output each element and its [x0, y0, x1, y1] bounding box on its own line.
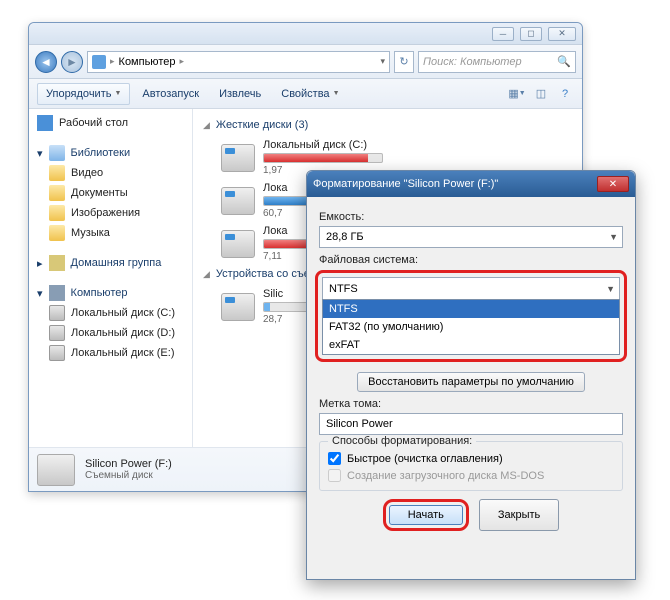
- sidebar-item-desktop[interactable]: Рабочий стол: [29, 113, 192, 133]
- sidebar-item-drive-e[interactable]: Локальный диск (E:): [29, 343, 192, 363]
- capacity-select[interactable]: 28,8 ГБ ▼: [319, 226, 623, 248]
- filesystem-selected: NTFS: [329, 283, 358, 295]
- capacity-label: Емкость:: [319, 211, 623, 223]
- filesystem-highlight: NTFS ▼ NTFS FAT32 (по умолчанию) exFAT: [315, 270, 627, 362]
- sidebar-item-drive-d[interactable]: Локальный диск (D:): [29, 323, 192, 343]
- chevron-right-icon: ▸: [179, 56, 184, 67]
- drive-icon: [221, 230, 255, 258]
- hdd-section-header[interactable]: ◢Жесткие диски (3): [203, 115, 572, 135]
- capacity-value: 28,8 ГБ: [326, 231, 364, 243]
- folder-icon: [49, 165, 65, 181]
- restore-defaults-button[interactable]: Восстановить параметры по умолчанию: [357, 372, 585, 392]
- address-row: ◄ ► ▸ Компьютер ▸ ▾ ↻ Поиск: Компьютер 🔍: [29, 45, 582, 79]
- filesystem-dropdown: NTFS FAT32 (по умолчанию) exFAT: [322, 299, 620, 355]
- breadcrumb-computer[interactable]: Компьютер: [119, 56, 176, 68]
- fs-option-fat32[interactable]: FAT32 (по умолчанию): [323, 318, 619, 336]
- drive-icon: [221, 187, 255, 215]
- close-button[interactable]: ✕: [597, 176, 629, 192]
- close-button[interactable]: ✕: [548, 27, 576, 41]
- chevron-down-icon: ◢: [203, 120, 210, 131]
- sidebar-item-drive-c[interactable]: Локальный диск (C:): [29, 303, 192, 323]
- drive-icon: [221, 144, 255, 172]
- drive-icon: [49, 345, 65, 361]
- checkbox-icon: [328, 469, 341, 482]
- fs-option-exfat[interactable]: exFAT: [323, 336, 619, 354]
- chevron-down-icon: ▼: [609, 232, 618, 242]
- chevron-down-icon[interactable]: ▾: [380, 56, 385, 67]
- computer-icon: [92, 55, 106, 69]
- minimize-button[interactable]: ─: [492, 27, 514, 41]
- capacity-bar: [263, 153, 383, 163]
- checkbox-icon[interactable]: [328, 452, 341, 465]
- folder-icon: [49, 205, 65, 221]
- maximize-button[interactable]: ◻: [520, 27, 542, 41]
- view-button[interactable]: ▦▼: [508, 85, 526, 103]
- address-bar[interactable]: ▸ Компьютер ▸ ▾: [87, 51, 390, 73]
- dialog-title: Форматирование "Silicon Power (F:)": [313, 178, 597, 190]
- properties-button[interactable]: Свойства▼: [273, 84, 347, 104]
- dialog-titlebar: Форматирование "Silicon Power (F:)" ✕: [307, 171, 635, 197]
- filesystem-select[interactable]: NTFS ▼: [322, 277, 620, 299]
- close-dialog-button[interactable]: Закрыть: [479, 499, 559, 531]
- autorun-button[interactable]: Автозапуск: [134, 84, 207, 104]
- sidebar-item-homegroup[interactable]: ▸Домашняя группа: [29, 253, 192, 273]
- folder-icon: [49, 225, 65, 241]
- chevron-down-icon: ▼: [114, 90, 121, 97]
- chevron-right-icon: ▸: [110, 56, 115, 67]
- sidebar-item-music[interactable]: Музыка: [29, 223, 192, 243]
- help-button[interactable]: ?: [556, 85, 574, 103]
- fs-option-ntfs[interactable]: NTFS: [323, 300, 619, 318]
- chevron-down-icon: ▼: [606, 284, 615, 294]
- search-placeholder: Поиск: Компьютер: [423, 56, 522, 68]
- drive-icon: [49, 325, 65, 341]
- organize-button[interactable]: Упорядочить▼: [37, 83, 130, 105]
- back-button[interactable]: ◄: [35, 51, 57, 73]
- format-methods-label: Способы форматирования:: [328, 435, 476, 447]
- status-name: Silicon Power (F:): [85, 458, 172, 470]
- desktop-icon: [37, 115, 53, 131]
- filesystem-label: Файловая система:: [319, 254, 623, 266]
- toolbar: Упорядочить▼ Автозапуск Извлечь Свойства…: [29, 79, 582, 109]
- format-dialog: Форматирование "Silicon Power (F:)" ✕ Ем…: [306, 170, 636, 580]
- chevron-down-icon: ▾: [37, 287, 43, 300]
- volume-label-label: Метка тома:: [319, 398, 623, 410]
- drive-icon: [49, 305, 65, 321]
- chevron-down-icon: ▾: [37, 147, 43, 160]
- sidebar-item-computer[interactable]: ▾Компьютер: [29, 283, 192, 303]
- sidebar-item-libraries[interactable]: ▾Библиотеки: [29, 143, 192, 163]
- folder-icon: [49, 185, 65, 201]
- search-icon: 🔍: [557, 55, 571, 68]
- chevron-down-icon: ◢: [203, 269, 210, 280]
- chevron-right-icon: ▸: [37, 257, 43, 270]
- refresh-button[interactable]: ↻: [394, 51, 414, 73]
- start-button-highlight: Начать: [383, 499, 469, 531]
- computer-icon: [49, 285, 65, 301]
- volume-label-input[interactable]: Silicon Power: [319, 413, 623, 435]
- explorer-titlebar: ─ ◻ ✕: [29, 23, 582, 45]
- removable-drive-icon: [221, 293, 255, 321]
- search-input[interactable]: Поиск: Компьютер 🔍: [418, 51, 576, 73]
- start-button[interactable]: Начать: [389, 505, 463, 525]
- extract-button[interactable]: Извлечь: [211, 84, 269, 104]
- homegroup-icon: [49, 255, 65, 271]
- sidebar: Рабочий стол ▾Библиотеки Видео Документы…: [29, 109, 193, 447]
- sidebar-item-video[interactable]: Видео: [29, 163, 192, 183]
- preview-pane-button[interactable]: ◫: [532, 85, 550, 103]
- forward-button[interactable]: ►: [61, 51, 83, 73]
- status-type: Съемный диск: [85, 470, 172, 481]
- sidebar-item-images[interactable]: Изображения: [29, 203, 192, 223]
- dialog-buttons: Начать Закрыть: [319, 499, 623, 531]
- format-methods-group: Способы форматирования: Быстрое (очистка…: [319, 441, 623, 491]
- chevron-down-icon: ▼: [333, 90, 340, 97]
- msdos-boot-checkbox: Создание загрузочного диска MS-DOS: [328, 467, 614, 484]
- sidebar-item-documents[interactable]: Документы: [29, 183, 192, 203]
- libraries-icon: [49, 145, 65, 161]
- quick-format-checkbox[interactable]: Быстрое (очистка оглавления): [328, 450, 614, 467]
- drive-name: Локальный диск (C:): [263, 139, 572, 151]
- removable-drive-icon: [37, 454, 75, 486]
